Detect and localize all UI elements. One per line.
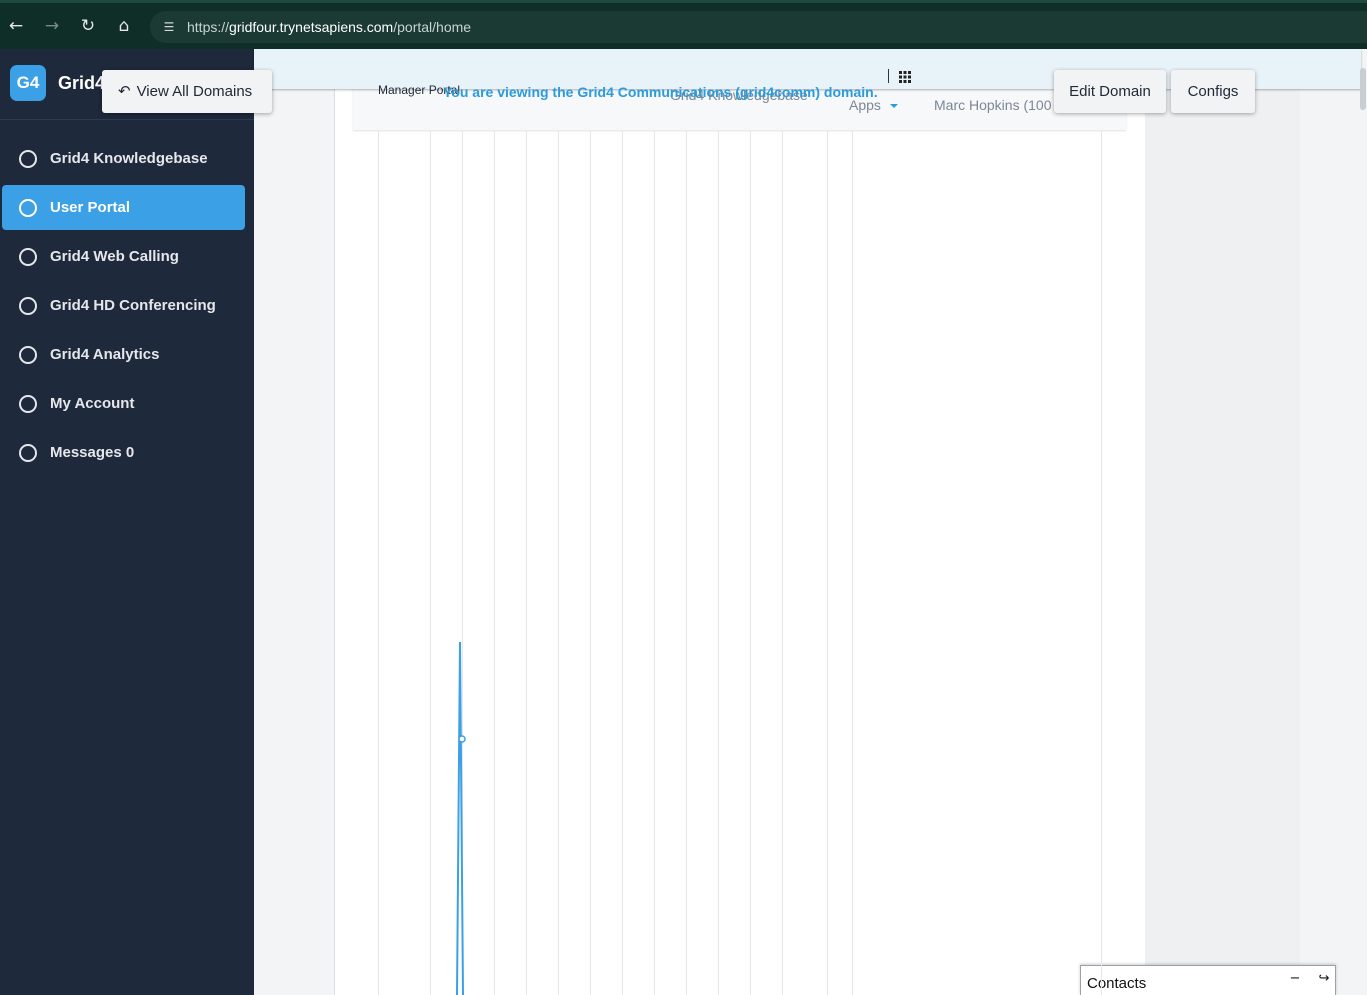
minimize-icon[interactable]: −	[1288, 972, 1302, 986]
chart-area	[378, 130, 1102, 995]
domain-banner-text: You are viewing the Grid4 Communications…	[443, 84, 878, 100]
sidebar-item-label: Grid4 Knowledgebase	[50, 150, 208, 167]
sidebar-item-web-calling[interactable]: Grid4 Web Calling	[2, 234, 245, 279]
circle-icon	[19, 297, 37, 315]
nav-divider	[888, 69, 889, 83]
reload-icon[interactable]: ↻	[77, 15, 99, 37]
page-scrollbar[interactable]	[1360, 68, 1366, 110]
popout-arrow-icon[interactable]: ↪	[1317, 972, 1331, 986]
sidebar-item-hd-conferencing[interactable]: Grid4 HD Conferencing	[2, 283, 245, 328]
sidebar-item-label: My Account	[50, 395, 135, 412]
edit-domain-button[interactable]: Edit Domain	[1054, 70, 1166, 113]
undo-arrow-icon: ↶	[118, 82, 131, 100]
home-icon[interactable]: ⌂	[113, 15, 135, 37]
site-settings-icon[interactable]: ☰	[159, 17, 179, 37]
circle-icon	[19, 248, 37, 266]
circle-icon	[19, 395, 37, 413]
browser-toolbar: ← → ↻ ⌂ ☰ https://gridfour.trynetsapiens…	[0, 0, 1367, 49]
logo[interactable]: G4	[10, 65, 46, 101]
contacts-dock[interactable]: Contacts − ↪	[1080, 965, 1336, 995]
sidebar-item-my-account[interactable]: My Account	[2, 381, 245, 426]
view-all-domains-label: View All Domains	[136, 83, 253, 100]
circle-icon	[19, 346, 37, 364]
address-bar[interactable]: ☰ https://gridfour.trynetsapiens.com/por…	[150, 11, 1367, 43]
chart-point	[458, 735, 466, 743]
user-menu[interactable]: Marc Hopkins (100	[934, 97, 1056, 113]
configs-button[interactable]: Configs	[1171, 70, 1255, 113]
sidebar-item-label: User Portal	[50, 199, 131, 216]
back-arrow-icon[interactable]: ←	[5, 15, 27, 37]
view-all-domains-button[interactable]: ↶ View All Domains	[102, 70, 272, 113]
sidebar-item-label: Messages 0	[50, 444, 135, 461]
apps-grid-icon[interactable]	[899, 71, 911, 83]
sidebar-item-messages[interactable]: Messages 0	[2, 430, 245, 475]
right-panel	[1145, 49, 1300, 995]
circle-icon	[19, 444, 37, 462]
sidebar-item-knowledgebase[interactable]: Grid4 Knowledgebase	[2, 136, 245, 181]
sidebar-item-label: Grid4 Web Calling	[50, 248, 179, 265]
url-text: https://gridfour.trynetsapiens.com/porta…	[187, 19, 472, 35]
sidebar-item-label: Grid4 HD Conferencing	[50, 297, 216, 314]
chart-series-line	[456, 641, 464, 995]
circle-icon	[19, 150, 37, 168]
sidebar-item-label: Grid4 Analytics	[50, 346, 160, 363]
sidebar-item-analytics[interactable]: Grid4 Analytics	[2, 332, 245, 377]
brand-name: Grid4	[58, 73, 106, 93]
chart-line-svg	[456, 641, 466, 995]
caret-down-icon	[889, 104, 898, 109]
circle-icon	[19, 199, 37, 217]
sidebar: G4 Grid4 Grid4 Knowledgebase User Portal…	[0, 49, 254, 995]
sidebar-item-user-portal[interactable]: User Portal	[2, 185, 245, 230]
forward-arrow-icon[interactable]: →	[41, 15, 63, 37]
